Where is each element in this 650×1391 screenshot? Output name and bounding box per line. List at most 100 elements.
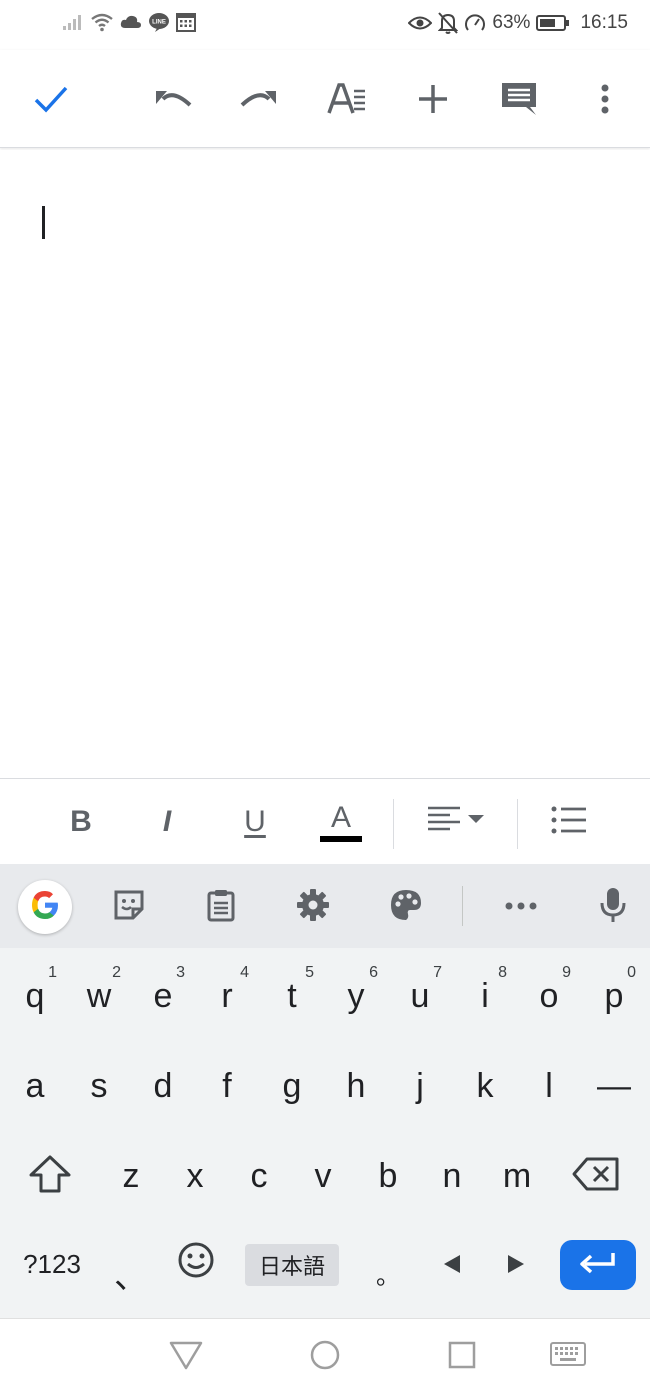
key-p[interactable]: 0p [584,950,644,1030]
key-f[interactable]: f [197,1040,257,1120]
key-label: v [314,1156,332,1195]
enter-arrow-icon [579,1251,617,1280]
text-format-button[interactable] [322,74,372,124]
cloud-icon [120,14,142,30]
undo-button[interactable] [148,74,198,124]
key-m[interactable]: m [487,1130,547,1210]
list-button[interactable] [544,799,594,845]
editor-toolbar [0,50,650,148]
text-format-icon [327,83,367,115]
key-v[interactable]: v [293,1130,353,1210]
key-w[interactable]: 2w [69,950,129,1030]
speed-icon [464,12,486,34]
key-hint: 5 [305,964,314,981]
key-k[interactable]: k [455,1040,515,1120]
smiley-icon [177,1241,215,1288]
shift-key[interactable] [20,1132,80,1212]
key-label: p [604,976,624,1015]
key-o[interactable]: 9o [519,950,579,1030]
gear-icon [296,888,330,927]
key-u[interactable]: 7u [390,950,450,1030]
comment-button[interactable] [494,74,544,124]
key-q[interactable]: 1q [5,950,65,1030]
more-options-button[interactable] [580,74,630,124]
text-cursor [42,206,45,239]
key-label: e [153,976,173,1015]
key-label: w [86,976,112,1015]
key-x[interactable]: x [165,1130,225,1210]
sticker-button[interactable] [104,882,154,932]
key-label: z [122,1156,140,1195]
back-icon [169,1340,203,1375]
key-a[interactable]: a [5,1040,65,1120]
more-vert-icon [600,83,610,115]
symbols-key[interactable]: ?123 [14,1224,90,1304]
key-hint: 1 [48,964,57,981]
format-divider [393,799,394,849]
key-g[interactable]: g [262,1040,322,1120]
key-label: m [502,1156,532,1195]
bold-button[interactable]: B [56,799,106,845]
clipboard-button[interactable] [196,882,246,932]
align-left-icon [426,805,486,840]
cursor-left-key[interactable] [422,1224,482,1304]
key-hint: 9 [562,964,571,981]
arrow-right-icon [506,1245,526,1284]
insert-button[interactable] [408,74,458,124]
key-label: l [545,1066,553,1105]
keyboard-settings-button[interactable] [288,882,338,932]
key-i[interactable]: 8i [455,950,515,1030]
key-t[interactable]: 5t [262,950,322,1030]
key-s[interactable]: s [69,1040,129,1120]
google-g-icon [28,888,62,927]
key-n[interactable]: n [422,1130,482,1210]
key-y[interactable]: 6y [326,950,386,1030]
svg-text:LINE: LINE [152,20,166,26]
key-z[interactable]: z [101,1130,161,1210]
key-dash[interactable]: — [584,1040,644,1120]
format-divider [517,799,518,849]
eye-icon [408,15,433,31]
document-editor[interactable] [0,150,650,778]
undo-icon [153,85,193,113]
key-label: x [186,1156,204,1195]
key-b[interactable]: b [358,1130,418,1210]
theme-button[interactable] [381,882,431,932]
align-button[interactable] [424,799,488,845]
key-label: c [250,1156,268,1195]
more-tools-button[interactable] [496,882,546,932]
battery-icon [536,14,570,32]
key-r[interactable]: 4r [197,950,257,1030]
clock: 16:15 [580,12,628,33]
underline-button[interactable]: U [230,799,280,845]
key-label: u [410,976,430,1015]
recents-button[interactable] [442,1337,482,1377]
home-icon [309,1339,341,1376]
bold-icon: B [70,805,92,838]
back-button[interactable] [166,1337,206,1377]
key-japanese-period[interactable]: 。 [358,1224,418,1304]
google-button[interactable] [18,880,72,934]
home-button[interactable] [305,1337,345,1377]
voice-input-button[interactable] [588,882,638,932]
key-label: — [597,1066,631,1105]
backspace-key[interactable] [566,1132,626,1212]
cursor-right-key[interactable] [486,1224,546,1304]
text-color-button[interactable]: A [316,799,366,845]
key-j[interactable]: j [390,1040,450,1120]
redo-button[interactable] [234,74,284,124]
done-button[interactable] [26,74,76,124]
key-l[interactable]: l [519,1040,579,1120]
enter-key[interactable] [560,1240,636,1290]
soft-keyboard: 1q 2w 3e 4r 5t 6y 7u 8i 9o 0p a s d f g … [0,864,650,1318]
language-switch-key[interactable]: 日本語 [245,1244,339,1286]
key-japanese-comma[interactable]: 、 [101,1224,161,1304]
key-h[interactable]: h [326,1040,386,1120]
keyboard-switch-button[interactable] [548,1337,588,1377]
emoji-key[interactable] [166,1224,226,1304]
key-c[interactable]: c [229,1130,289,1210]
key-e[interactable]: 3e [133,950,193,1030]
status-bar-left-icons: LINE [62,12,196,32]
italic-button[interactable]: I [142,799,192,845]
key-d[interactable]: d [133,1040,193,1120]
